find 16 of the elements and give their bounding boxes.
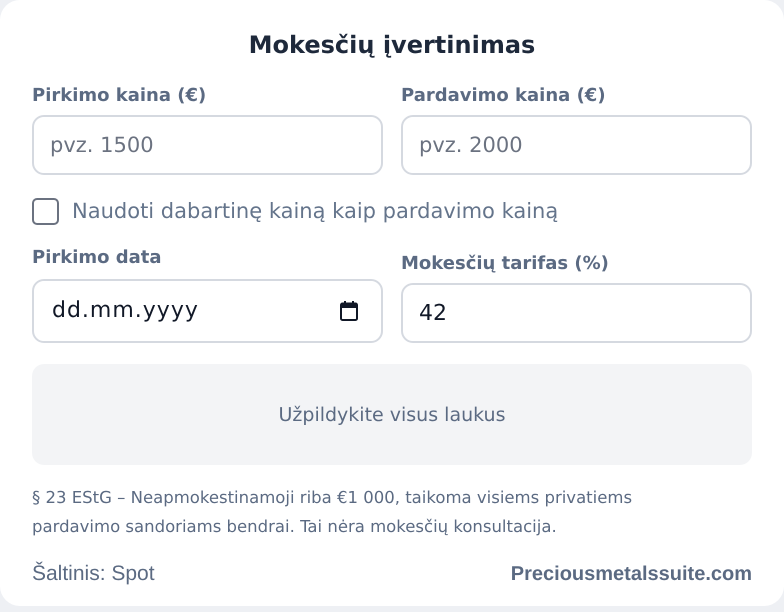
brand-text: Preciousmetalssuite.com (510, 562, 752, 587)
field-label: Pirkimo data (32, 246, 163, 270)
disclaimer-text: § 23 EStG – Neapmokestinamoji riba €1 000, taikoma visiems privatiems pardavimo sandoriams bendrai. Tai nėra mokesčių konsultacija. (32, 487, 634, 538)
field-label: Mokesčių tarifas (%) (401, 252, 610, 276)
checkbox[interactable] (32, 198, 59, 224)
price-field[interactable]: pvz. 2000 (401, 115, 752, 175)
checkbox-label[interactable]: Naudoti dabartinę kainą kaip pardavimo kainą (72, 197, 558, 225)
field-label: Pirkimo kaina (€) (32, 84, 208, 108)
result-message: Užpildykite visus laukus (278, 402, 506, 428)
calendar-icon[interactable] (340, 301, 358, 321)
field-label: Pardavimo kaina (€) (401, 84, 607, 108)
price-field[interactable]: pvz. 1500 (32, 115, 383, 175)
card-title: Mokesčių įvertinimas (248, 30, 536, 61)
tax-rate-field[interactable]: 42 (401, 283, 752, 343)
date-field[interactable]: dd.mm.yyyy (32, 279, 383, 343)
source-text: Šaltinis: Spot (32, 560, 155, 587)
